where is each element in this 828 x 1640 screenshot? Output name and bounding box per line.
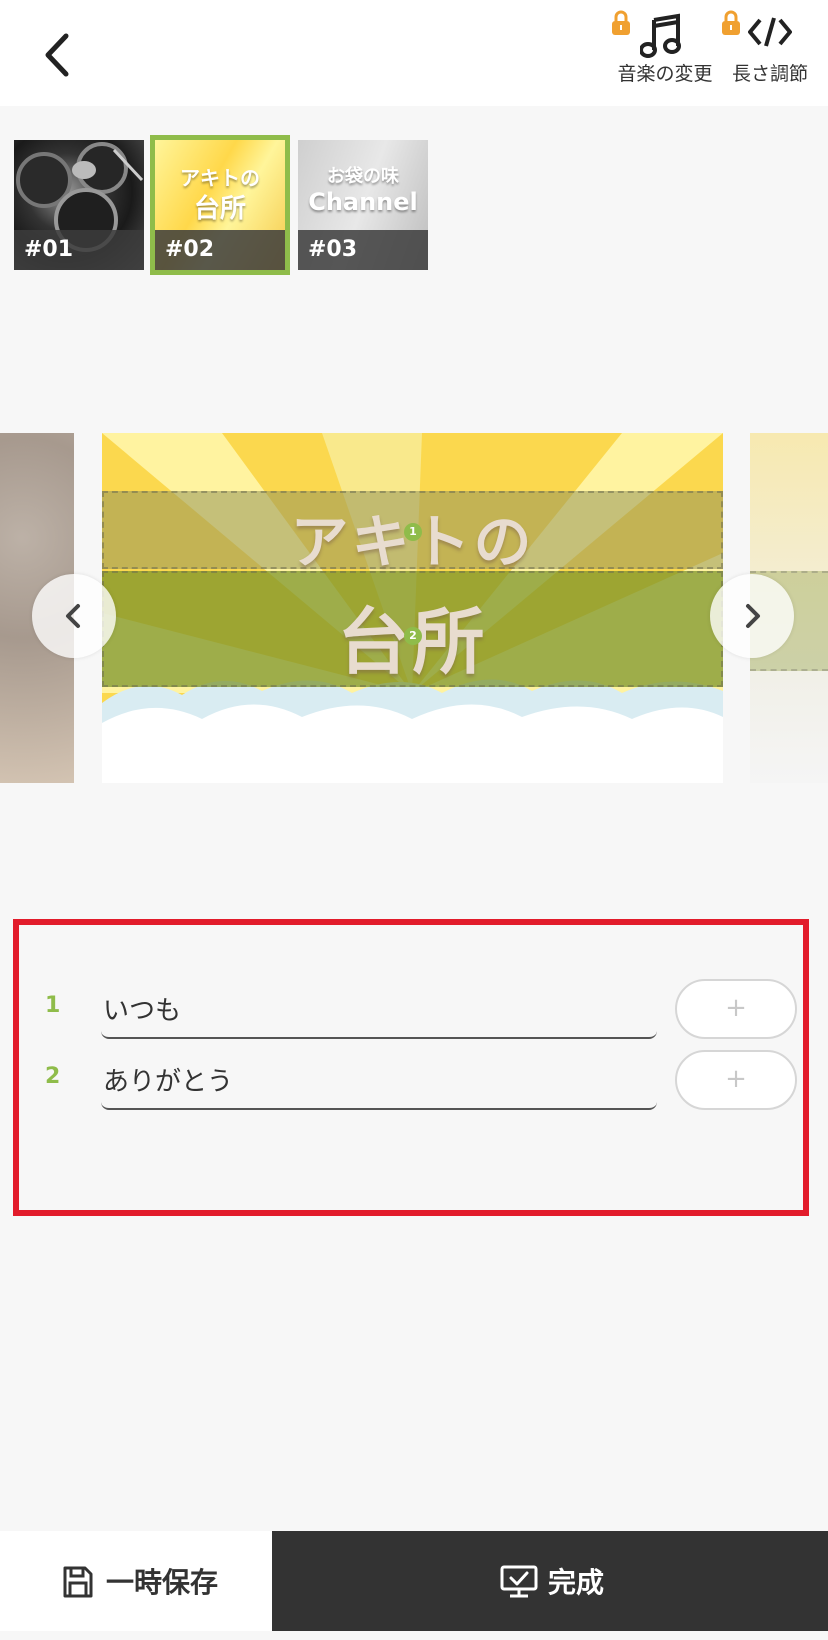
- text-edit-panel: 1 + 2 +: [13, 919, 809, 1216]
- zone-badge-2: 2: [404, 627, 422, 645]
- change-music-label: 音楽の変更: [617, 63, 713, 85]
- lock-icon: [612, 10, 630, 35]
- temporary-save-button[interactable]: 一時保存: [0, 1531, 272, 1631]
- thumbnail-title-line1: アキトの: [180, 166, 260, 190]
- add-button[interactable]: +: [675, 1050, 797, 1110]
- next-scene-button[interactable]: [710, 574, 794, 658]
- temporary-save-label: 一時保存: [106, 1566, 219, 1599]
- thumbnail-label: #02: [155, 230, 285, 270]
- code-brackets-icon: [748, 17, 792, 47]
- chevron-left-icon: [66, 604, 80, 628]
- text-row: 2 +: [19, 1050, 803, 1114]
- floppy-disk-icon: [63, 1566, 93, 1598]
- thumbnail-title-line1: お袋の味: [327, 166, 399, 187]
- text-input-1[interactable]: [101, 979, 657, 1039]
- thumbnail-label: #03: [298, 230, 428, 270]
- thumbnail-title-line2: Channel: [308, 188, 418, 216]
- previous-scene-button[interactable]: [32, 574, 116, 658]
- complete-button[interactable]: 完成: [272, 1531, 828, 1631]
- chevron-right-icon: [746, 604, 760, 628]
- row-number: 2: [45, 1064, 61, 1089]
- adjust-length-button[interactable]: 長さ調節: [720, 6, 820, 96]
- row-number: 1: [45, 993, 61, 1018]
- monitor-check-icon: [500, 1565, 538, 1598]
- thumbnail-title-line2: 台所: [193, 194, 246, 224]
- adjust-length-label: 長さ調節: [731, 63, 808, 85]
- scene-thumbnail-03[interactable]: お袋の味 Channel #03: [298, 140, 428, 270]
- music-note-icon: [640, 13, 681, 58]
- chevron-left-icon: [45, 33, 69, 77]
- text-input-2[interactable]: [101, 1050, 657, 1110]
- thumbnail-label: #01: [14, 230, 144, 270]
- bottom-action-bar: 一時保存 完成: [0, 1531, 828, 1631]
- text-row: 1 +: [19, 979, 803, 1043]
- add-button[interactable]: +: [675, 979, 797, 1039]
- complete-label: 完成: [548, 1566, 605, 1599]
- scene-thumbnail-01[interactable]: #01: [14, 140, 144, 270]
- change-music-button[interactable]: 音楽の変更: [610, 6, 720, 96]
- scene-thumbnail-02[interactable]: アキトの 台所 #02: [150, 135, 290, 275]
- lock-icon: [722, 10, 740, 35]
- top-bar: 音楽の変更 長さ調節: [0, 0, 828, 106]
- scene-preview: アキトの 台所 1 2: [102, 433, 723, 783]
- back-button[interactable]: [38, 30, 78, 80]
- zone-badge-1: 1: [404, 523, 422, 541]
